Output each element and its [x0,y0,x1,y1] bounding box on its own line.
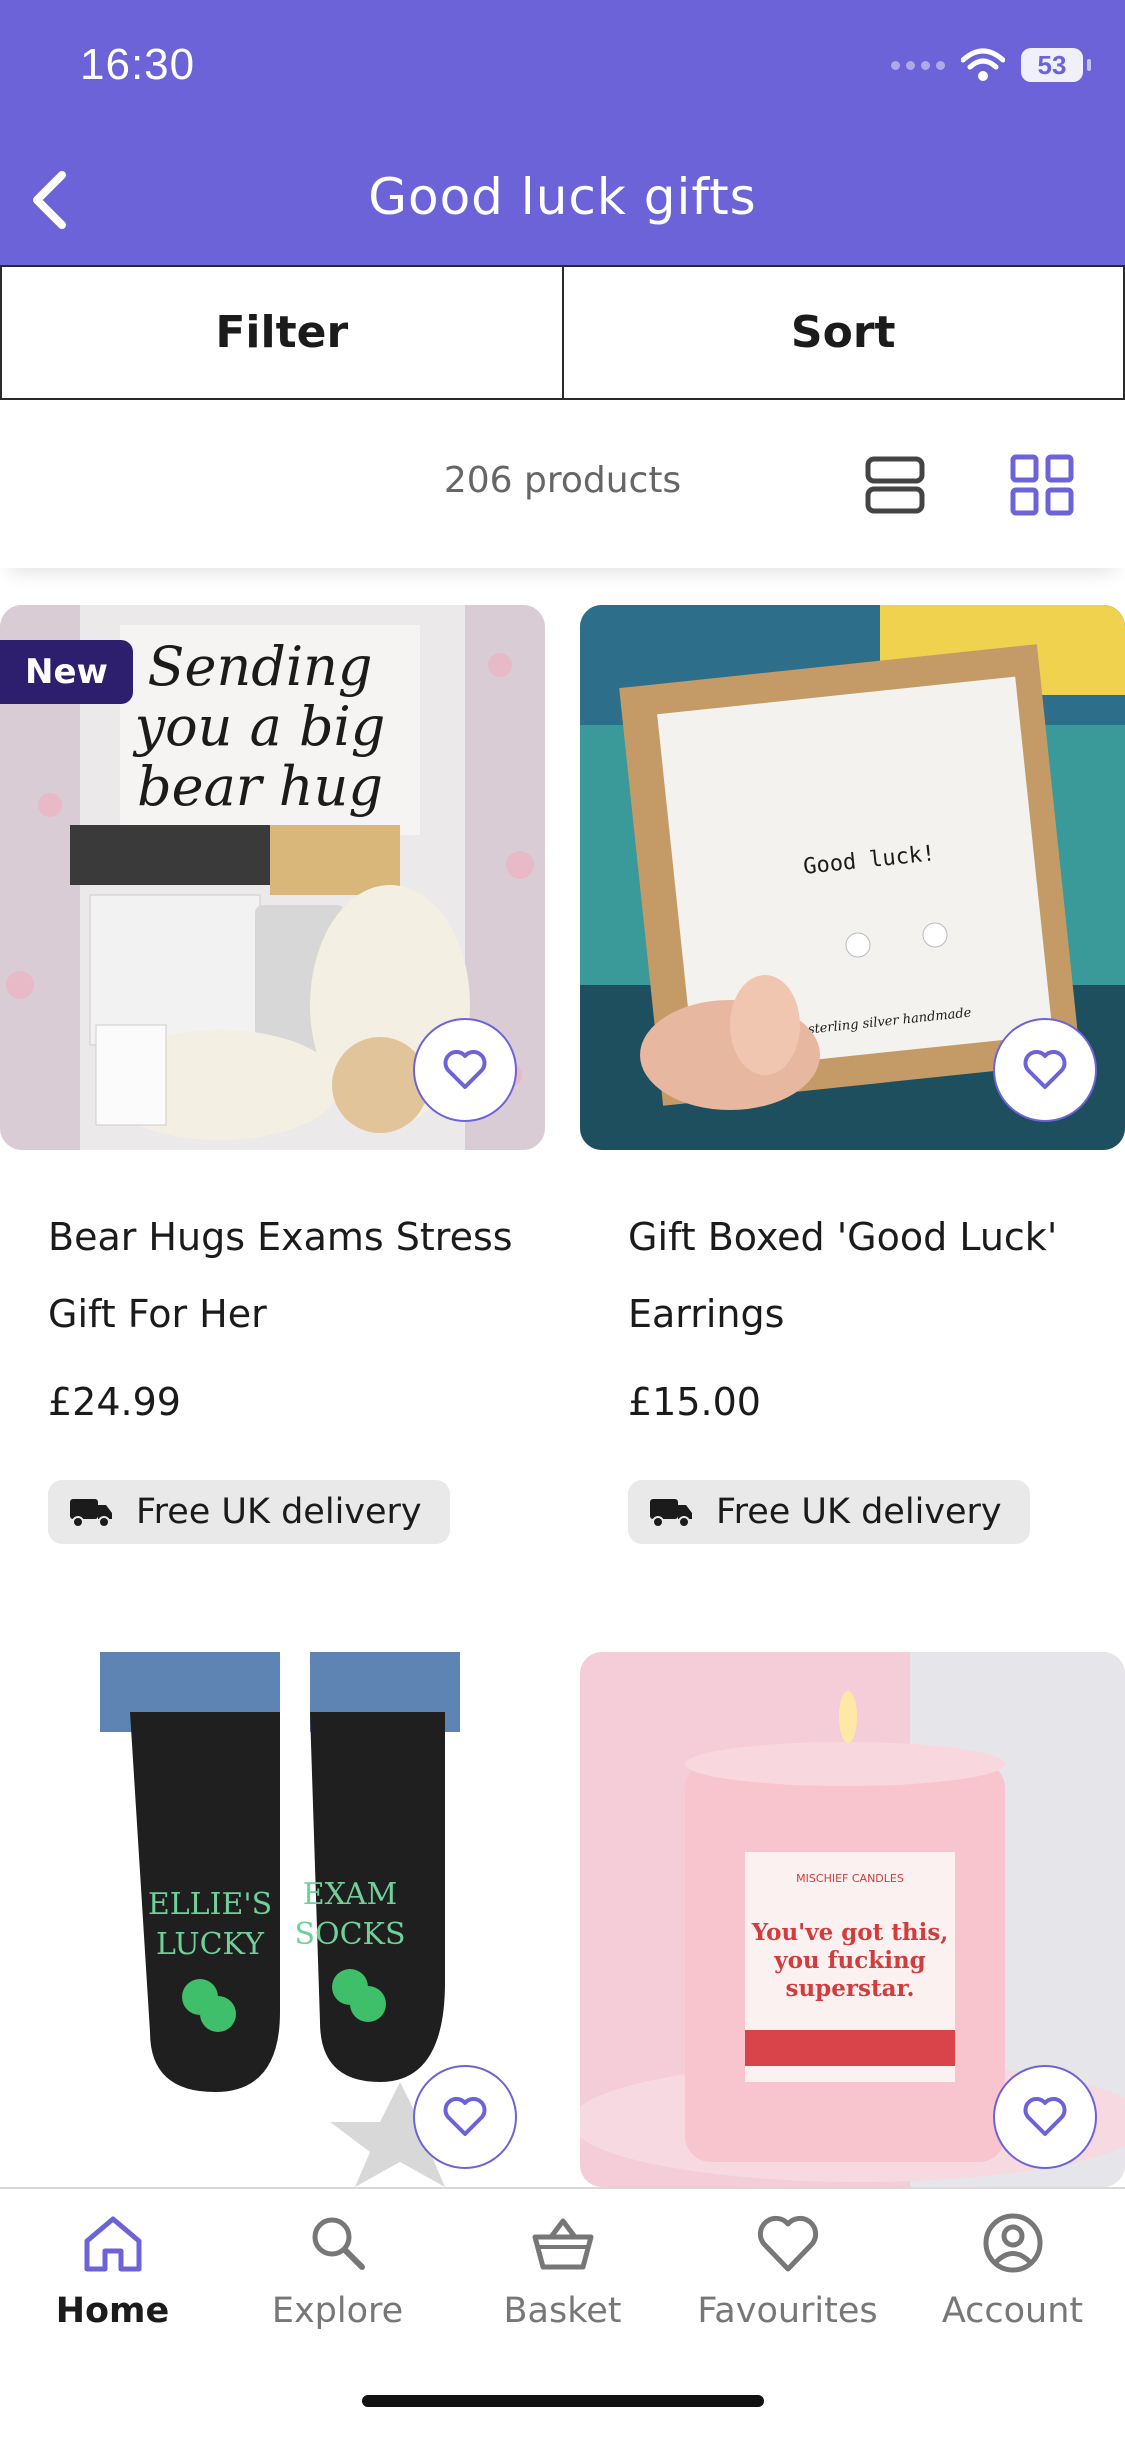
search-icon [304,2211,372,2275]
app-header: 16:30 53 Good luck gifts [0,0,1125,265]
grid-view-toggle[interactable] [1008,452,1076,518]
bear-hug-image-line-2: you a big [133,695,386,758]
delivery-text: Free UK delivery [136,1492,422,1532]
product-price: £15.00 [628,1380,761,1424]
tab-label: Explore [225,2291,450,2331]
candle-line-2: you fucking [773,1947,926,1974]
bear-hug-image-line-3: bear hug [137,755,383,818]
account-icon [979,2211,1047,2275]
candle-brand-text: MISCHIEF CANDLES [796,1872,904,1885]
delivery-text: Free UK delivery [716,1492,1002,1532]
signal-icon [891,61,945,70]
socks-image-line-3: EXAM [303,1877,398,1912]
heart-icon [442,1049,488,1091]
product-price: £24.99 [48,1380,181,1424]
heart-icon [1022,2096,1068,2138]
home-indicator [362,2395,764,2407]
tab-label: Home [0,2291,225,2331]
bear-hug-image-line-1: Sending [148,635,373,698]
product-name[interactable]: Bear Hugs Exams Stress Gift For Her [48,1199,568,1353]
results-bar: 206 products [0,400,1125,568]
battery-indicator: 53 [1021,48,1083,82]
tab-home[interactable]: Home [0,2189,225,2349]
delivery-badge: Free UK delivery [628,1480,1030,1544]
tab-basket[interactable]: Basket [450,2189,675,2349]
favourite-button[interactable] [993,2065,1097,2169]
socks-image-line-4: SOCKS [294,1917,405,1952]
new-badge: New [0,640,133,704]
product-count: 206 products [0,460,1125,501]
home-icon [79,2211,147,2275]
delivery-truck-icon [648,1495,694,1529]
tab-label: Basket [450,2291,675,2331]
tab-account[interactable]: Account [900,2189,1125,2349]
delivery-badge: Free UK delivery [48,1480,450,1544]
socks-image-line-2: LUCKY [156,1927,265,1962]
filter-sort-bar: Filter Sort [0,265,1125,400]
status-icons: 53 [891,48,1083,82]
product-name[interactable]: Gift Boxed 'Good Luck' Earrings [628,1199,1125,1353]
page-title: Good luck gifts [0,168,1125,226]
delivery-truck-icon [68,1495,114,1529]
heart-icon [754,2211,822,2275]
tab-explore[interactable]: Explore [225,2189,450,2349]
socks-image-line-1: ELLIE'S [148,1887,272,1922]
heart-icon [442,2096,488,2138]
heart-icon [1022,1049,1068,1091]
candle-line-1: You've got this, [751,1919,949,1946]
grid-view-icon [1008,452,1076,518]
status-time: 16:30 [80,40,195,90]
candle-line-3: superstar. [786,1975,915,2002]
favourite-button[interactable] [413,2065,517,2169]
list-view-icon [862,455,932,515]
favourite-button[interactable] [413,1018,517,1122]
filter-button[interactable]: Filter [0,265,564,400]
tab-label: Favourites [675,2291,900,2331]
tab-label: Account [900,2291,1125,2331]
favourite-button[interactable] [993,1018,1097,1122]
sort-button[interactable]: Sort [564,265,1125,400]
list-view-toggle[interactable] [862,455,932,515]
tab-favourites[interactable]: Favourites [675,2189,900,2349]
wifi-icon [961,48,1005,82]
basket-icon [529,2211,597,2275]
